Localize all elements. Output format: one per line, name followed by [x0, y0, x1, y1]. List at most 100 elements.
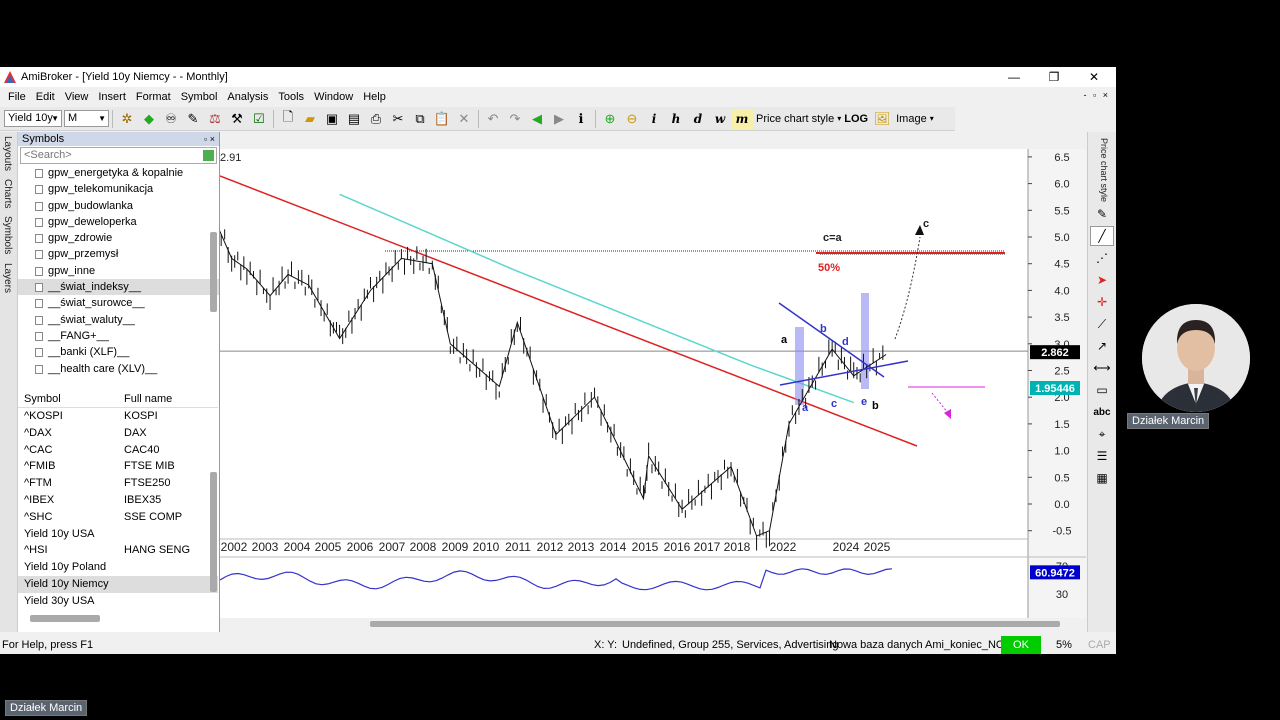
chart-window[interactable]: 0.0 0.5 1.0 1.5 2.0 2.5 3.0 3.5 4.0 4.5 5.0 5.5 6.0 6…: [220, 149, 1086, 629]
text-tool-icon[interactable]: abc: [1090, 402, 1114, 422]
tree-item[interactable]: gpw_deweloperka: [18, 214, 219, 230]
delete-icon[interactable]: ✕: [453, 109, 475, 129]
grid-horizontal-scrollbar[interactable]: [30, 615, 100, 622]
formula-editor-icon[interactable]: ✎: [182, 109, 204, 129]
image-button[interactable]: Image: [893, 113, 930, 125]
line-icon[interactable]: ╱: [1090, 226, 1114, 247]
forward-icon[interactable]: ▶: [548, 109, 570, 129]
grid-row[interactable]: ^SHC SSE COMP: [18, 509, 218, 526]
tree-item[interactable]: __świat_waluty__: [18, 312, 219, 328]
minimize-button[interactable]: —: [994, 67, 1034, 87]
save-icon[interactable]: ▣: [321, 109, 343, 129]
pen-icon[interactable]: ✎: [1090, 204, 1114, 224]
dotted-line-icon[interactable]: ⋰: [1090, 248, 1114, 268]
tab-symbols[interactable]: Symbols: [0, 212, 15, 258]
interval-weekly-button[interactable]: w: [709, 109, 731, 129]
tree-item[interactable]: __banki (XLF)__: [18, 344, 219, 360]
tab-layouts[interactable]: Layouts: [0, 132, 15, 175]
tab-charts[interactable]: Charts: [0, 175, 15, 212]
open-folder-icon[interactable]: ▰: [299, 109, 321, 129]
menu-symbol[interactable]: Symbol: [176, 91, 223, 103]
interval-hourly-button[interactable]: h: [665, 109, 687, 129]
horizontal-line-icon[interactable]: ⟷: [1090, 358, 1114, 378]
interval-daily-button[interactable]: d: [687, 109, 709, 129]
menu-format[interactable]: Format: [131, 91, 176, 103]
tree-scrollbar[interactable]: [210, 232, 217, 312]
chart-horizontal-scrollbar[interactable]: [220, 618, 1086, 630]
tree-item[interactable]: gpw_inne: [18, 263, 219, 279]
image-export-icon[interactable]: 🖼: [871, 109, 893, 129]
undo-icon[interactable]: ↶: [482, 109, 504, 129]
interval-combo[interactable]: M ▼: [64, 110, 109, 127]
back-icon[interactable]: ◀: [526, 109, 548, 129]
symbol-combo[interactable]: Yield 10y ▼: [4, 110, 62, 127]
grid-row[interactable]: ^FMIB FTSE MIB: [18, 458, 218, 475]
favorites-icon[interactable]: ◆: [138, 109, 160, 129]
menu-view[interactable]: View: [60, 91, 94, 103]
new-file-icon[interactable]: 🗋: [277, 109, 299, 129]
search-go-icon[interactable]: [203, 150, 214, 161]
grid-row[interactable]: Yield 30y USA: [18, 593, 218, 610]
interval-monthly-button[interactable]: m: [731, 108, 753, 129]
fib-grid-icon[interactable]: ▦: [1090, 468, 1114, 488]
tree-item[interactable]: gpw_budowlanka: [18, 198, 219, 214]
grid-scrollbar[interactable]: [210, 472, 217, 592]
grid-row[interactable]: ^HSI HANG SENG: [18, 542, 218, 559]
crosshair-icon[interactable]: ✛: [1090, 292, 1114, 312]
grid-header-symbol[interactable]: Symbol: [18, 390, 124, 407]
fibonacci-icon[interactable]: ☰: [1090, 446, 1114, 466]
menu-help[interactable]: Help: [358, 91, 391, 103]
grid-row[interactable]: ^IBEX IBEX35: [18, 492, 218, 509]
print-icon[interactable]: ⎙: [365, 109, 387, 129]
indicators-icon[interactable]: ♾: [160, 109, 182, 129]
symbol-search-input[interactable]: <Search>: [20, 147, 217, 164]
redo-icon[interactable]: ↷: [504, 109, 526, 129]
menu-file[interactable]: File: [3, 91, 31, 103]
zoom-out-icon[interactable]: ⊖: [621, 109, 643, 129]
grid-row[interactable]: ^KOSPI KOSPI: [18, 408, 218, 425]
tree-item[interactable]: __health care (XLV)__: [18, 361, 219, 377]
menu-window[interactable]: Window: [309, 91, 358, 103]
maximize-button[interactable]: ❐: [1034, 67, 1074, 87]
tree-item[interactable]: __świat_indeksy__: [18, 279, 219, 296]
scrollbar-thumb[interactable]: [370, 621, 1060, 627]
grid-row[interactable]: Yield 10y Poland: [18, 559, 218, 576]
analysis-icon[interactable]: ⚖: [204, 109, 226, 129]
tree-item[interactable]: gpw_zdrowie: [18, 230, 219, 246]
pick-tool-icon[interactable]: ⌖: [1090, 424, 1114, 444]
tools-icon[interactable]: ⚒: [226, 109, 248, 129]
menu-insert[interactable]: Insert: [93, 91, 131, 103]
rectangle-icon[interactable]: ▭: [1090, 380, 1114, 400]
zoom-in-icon[interactable]: ⊕: [599, 109, 621, 129]
trendline-icon[interactable]: ⟋: [1090, 314, 1114, 334]
parameters-icon[interactable]: ✲: [116, 109, 138, 129]
price-chart-style-button[interactable]: Price chart style: [753, 113, 837, 125]
grid-row[interactable]: ^FTM FTSE250: [18, 475, 218, 492]
close-button[interactable]: ✕: [1074, 67, 1114, 87]
tab-layers[interactable]: Layers: [0, 259, 15, 297]
tree-item[interactable]: gpw_przemysł: [18, 246, 219, 262]
paste-icon[interactable]: 📋: [431, 109, 453, 129]
pin-close-icon[interactable]: ▫ ×: [204, 132, 215, 146]
log-scale-button[interactable]: LOG: [841, 113, 871, 125]
mdi-controls[interactable]: - ▫ ×: [1084, 90, 1110, 100]
grid-row[interactable]: ^DAX DAX: [18, 425, 218, 442]
menu-analysis[interactable]: Analysis: [222, 91, 273, 103]
grid-header-full-name[interactable]: Full name: [124, 390, 214, 407]
grid-row[interactable]: Yield 10y Niemcy: [18, 575, 218, 593]
grid-row[interactable]: Yield 10y USA: [18, 526, 218, 543]
grid-row[interactable]: ^CAC CAC40: [18, 442, 218, 459]
menu-edit[interactable]: Edit: [31, 91, 60, 103]
ray-icon[interactable]: ↗: [1090, 336, 1114, 356]
tree-item[interactable]: gpw_energetyka & kopalnie: [18, 165, 219, 181]
copy-icon[interactable]: ⧉: [409, 109, 431, 129]
interval-intraday-button[interactable]: i: [643, 109, 665, 129]
menu-tools[interactable]: Tools: [273, 91, 309, 103]
tree-item[interactable]: __świat_surowce__: [18, 295, 219, 311]
arrow-cursor-icon[interactable]: ➤: [1090, 270, 1114, 290]
price-chart[interactable]: 0.00.51.01.52.02.53.03.54.04.55.05.56.06…: [220, 149, 1086, 629]
tree-item[interactable]: gpw_telekomunikacja: [18, 181, 219, 197]
tree-item[interactable]: __FANG+__: [18, 328, 219, 344]
info-icon[interactable]: ℹ: [570, 109, 592, 129]
save-all-icon[interactable]: ▤: [343, 109, 365, 129]
